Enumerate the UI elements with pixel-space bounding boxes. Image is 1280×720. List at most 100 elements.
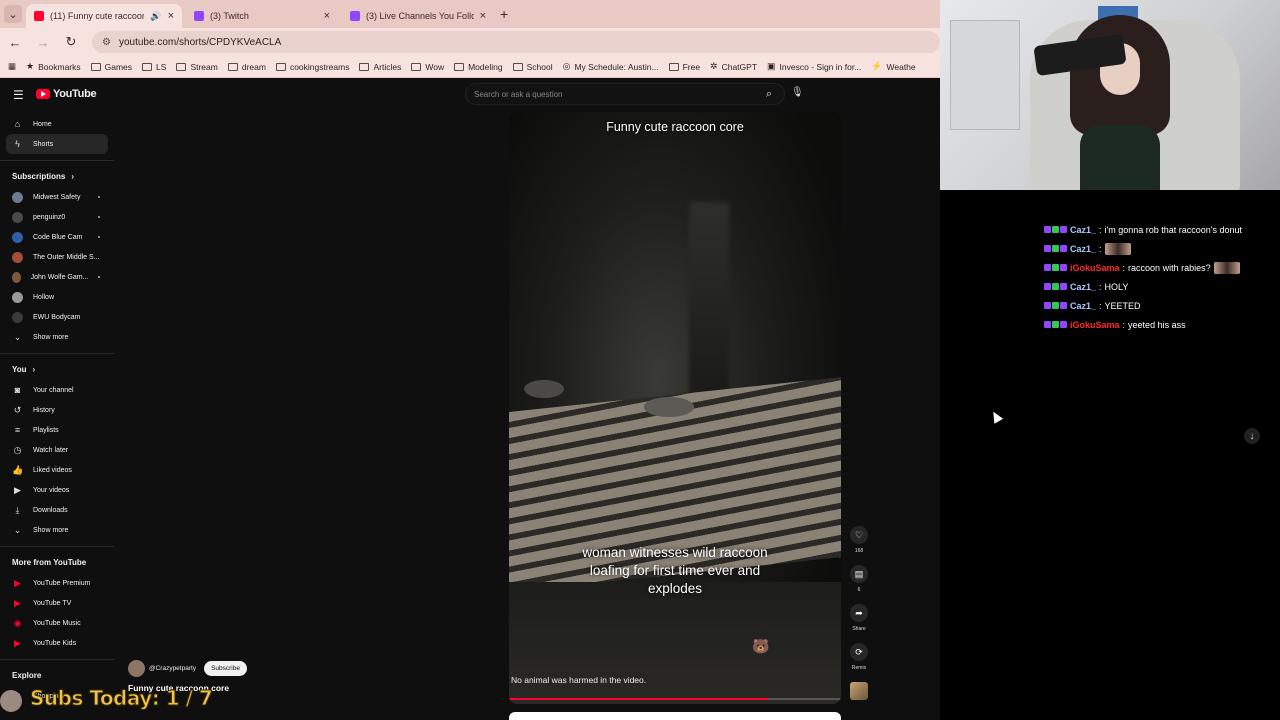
sidebar-item-your-channel[interactable]: ◙ Your channel (0, 380, 114, 400)
badge-icon[interactable] (1060, 245, 1067, 252)
tab-youtube[interactable]: (11) Funny cute raccoon co 🔊 × (26, 4, 182, 28)
badge-icon[interactable] (1044, 302, 1051, 309)
badge-icon[interactable] (1044, 245, 1051, 252)
sidebar-item-subscription[interactable]: The Outer Middle S... (0, 247, 114, 267)
bookmark-folder[interactable]: LS (142, 62, 166, 72)
bookmark-folder[interactable]: Games (90, 62, 132, 72)
bookmark-folder[interactable]: School (512, 62, 553, 72)
sidebar-item-subscription[interactable]: penguinz0 (0, 207, 114, 227)
chat-username[interactable]: Caz1_ (1070, 225, 1096, 235)
chat-message: Caz1_: YEETED (1044, 296, 1280, 315)
bookmark-folder[interactable]: Stream (176, 62, 218, 72)
badge-icon[interactable] (1060, 226, 1067, 233)
sidebar-item-watch-later[interactable]: ◷ Watch later (0, 440, 114, 460)
site-info-icon[interactable]: ⚙ (102, 37, 111, 48)
address-bar[interactable]: ⚙ youtube.com/shorts/CPDYKVeACLA (92, 31, 940, 53)
next-short-preview[interactable] (509, 712, 841, 720)
bookmark-invesco[interactable]: ▣ Invesco - Sign in for... (767, 61, 861, 72)
remix-button[interactable]: ⟳ Remix (848, 643, 870, 682)
bookmark-folder[interactable]: Free (668, 62, 700, 72)
badge-icon[interactable] (1044, 264, 1051, 271)
badge-icon[interactable] (1052, 226, 1059, 233)
bookmark-schedule[interactable]: ◎ My Schedule: Austin... (563, 61, 659, 72)
video-progress-bar[interactable] (509, 698, 841, 700)
badge-icon[interactable] (1052, 302, 1059, 309)
share-button[interactable]: ➦ Share (848, 604, 870, 643)
close-tab-icon[interactable]: × (168, 10, 174, 22)
chat-username[interactable]: Caz1_ (1070, 244, 1096, 254)
menu-icon[interactable]: ☰ (13, 88, 24, 102)
sidebar-item-music[interactable]: ◉ YouTube Music (0, 613, 114, 633)
sidebar-item-subscription[interactable]: EWU Bodycam (0, 307, 114, 327)
sidebar-item-shorts[interactable]: ϟ Shorts (6, 134, 108, 154)
bookmark-folder[interactable]: Modeling (454, 62, 503, 72)
short-video-player[interactable]: Funny cute raccoon core woman witnesses … (509, 112, 841, 704)
sidebar-item-playlists[interactable]: ≡ Playlists (0, 420, 114, 440)
show-more-button[interactable]: ⌄ Show more (0, 520, 114, 540)
search-input[interactable]: Search or ask a question ⌕ (465, 83, 785, 105)
sidebar-item-history[interactable]: ↺ History (0, 400, 114, 420)
search-icon[interactable]: ⌕ (766, 88, 772, 101)
chat-username[interactable]: iGokuSama (1070, 263, 1120, 273)
bookmark-bookmarks[interactable]: ★ Bookmarks (26, 61, 81, 72)
avatar[interactable] (128, 660, 145, 677)
tab-twitch-following[interactable]: (3) Live Channels You Follow - T × (342, 4, 494, 28)
sidebar-item-premium[interactable]: ▶ YouTube Premium (0, 573, 114, 593)
badge-icon[interactable] (1044, 283, 1051, 290)
badge-icon[interactable] (1060, 321, 1067, 328)
badge-icon[interactable] (1052, 245, 1059, 252)
sidebar-item-subscription[interactable]: Midwest Safety (0, 187, 114, 207)
sidebar-item-liked[interactable]: 👍 Liked videos (0, 460, 114, 480)
tab-search-dropdown-icon[interactable]: ⌄ (4, 5, 22, 23)
youtube-favicon-icon (34, 11, 44, 21)
bookmark-folder[interactable]: Wow (411, 62, 444, 72)
chat-username[interactable]: Caz1_ (1070, 301, 1096, 311)
bookmark-chatgpt[interactable]: ✲ ChatGPT (710, 61, 757, 72)
reload-icon[interactable]: ↻ (64, 34, 78, 50)
download-icon: ⤓ (15, 504, 20, 515)
badge-icon[interactable] (1052, 264, 1059, 271)
sidebar-item-your-videos[interactable]: ▶ Your videos (0, 480, 114, 500)
badge-icon[interactable] (1060, 283, 1067, 290)
badge-icon[interactable] (1044, 226, 1051, 233)
short-actions: ♡ 168 ▤ 6 ➦ Share ⟳ Remix (848, 526, 870, 720)
subscriptions-heading[interactable]: Subscriptions › (0, 165, 114, 187)
like-button[interactable]: ♡ 168 (848, 526, 870, 565)
bookmark-folder[interactable]: Articles (359, 62, 401, 72)
youtube-logo[interactable]: YouTube (36, 88, 97, 100)
new-tab-icon[interactable]: + (500, 6, 508, 22)
close-tab-icon[interactable]: × (324, 10, 330, 22)
subscribe-button[interactable]: Subscribe (204, 661, 247, 676)
sidebar-item-subscription[interactable]: Hollow (0, 287, 114, 307)
back-icon[interactable]: ← (8, 35, 22, 50)
apps-grid-icon[interactable]: ▦ (8, 61, 16, 72)
close-tab-icon[interactable]: × (480, 10, 486, 22)
scroll-down-icon[interactable]: ↓ (1244, 428, 1260, 444)
mic-icon[interactable]: 🎙 (791, 87, 804, 98)
comments-button[interactable]: ▤ 6 (848, 565, 870, 604)
tab-twitch[interactable]: (3) Twitch × (186, 4, 338, 28)
speaker-icon[interactable]: 🔊 (150, 11, 161, 22)
show-more-button[interactable]: ⌄ Show more (0, 327, 114, 347)
chat-message: iGokuSama: yeeted his ass (1044, 315, 1280, 334)
sidebar-item-downloads[interactable]: ⤓ Downloads (0, 500, 114, 520)
bookmark-folder[interactable]: cookingstreams (275, 62, 349, 72)
badge-icon[interactable] (1060, 264, 1067, 271)
sound-thumbnail[interactable] (848, 682, 870, 720)
sidebar-item-home[interactable]: ⌂ Home (0, 114, 114, 134)
chat-username[interactable]: Caz1_ (1070, 282, 1096, 292)
badge-icon[interactable] (1052, 321, 1059, 328)
badge-icon[interactable] (1044, 321, 1051, 328)
sidebar-item-subscription[interactable]: John Wolfe Gam... (0, 267, 114, 287)
you-heading[interactable]: You › (0, 358, 114, 380)
badge-icon[interactable] (1052, 283, 1059, 290)
badge-icon[interactable] (1060, 302, 1067, 309)
sidebar-item-tv[interactable]: ▶ YouTube TV (0, 593, 114, 613)
sidebar-item-subscription[interactable]: Code Blue Cam (0, 227, 114, 247)
sidebar-item-kids[interactable]: ▶ YouTube Kids (0, 633, 114, 653)
bookmark-weather[interactable]: ⚡ Weathe (871, 61, 915, 72)
chat-username[interactable]: iGokuSama (1070, 320, 1120, 330)
bookmark-folder[interactable]: dream (227, 62, 266, 72)
channel-name[interactable]: @Crazypetparty (149, 665, 196, 672)
forward-icon[interactable]: → (36, 35, 50, 50)
